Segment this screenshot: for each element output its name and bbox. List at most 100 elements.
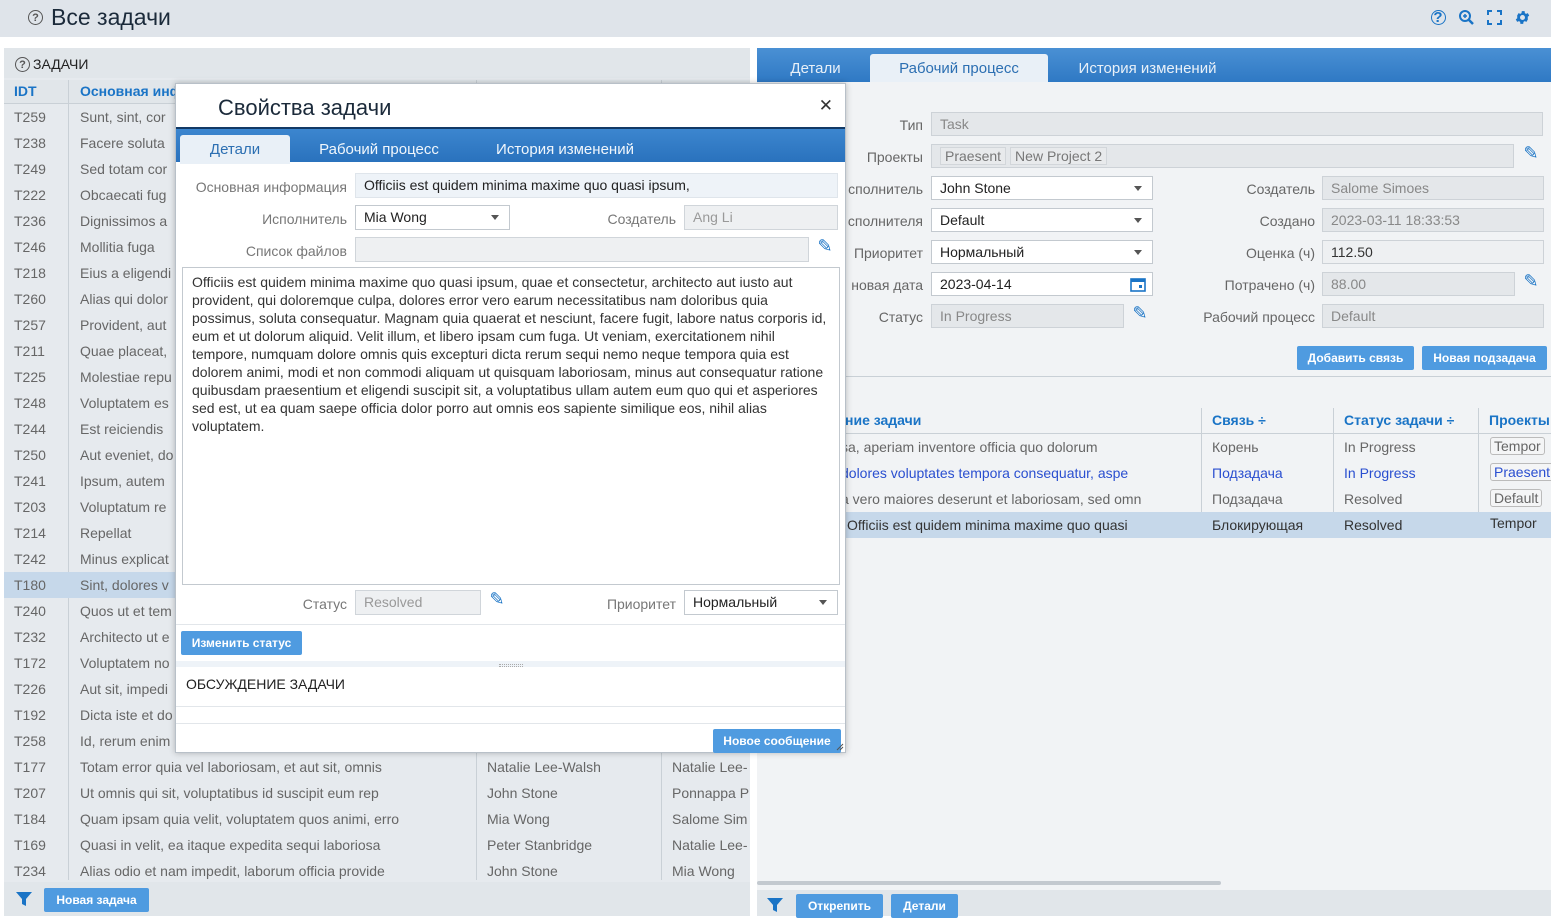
- filter-icon[interactable]: [766, 896, 784, 914]
- close-icon[interactable]: ✕: [819, 96, 833, 116]
- edit-icon[interactable]: ✎: [1520, 270, 1542, 292]
- tasks-panel-footer: Новая задача: [4, 882, 750, 916]
- task-id: T192: [14, 707, 46, 723]
- new-subtask-button[interactable]: Новая подзадача: [1422, 346, 1547, 370]
- projects-field: Praesent New Project 2: [931, 144, 1514, 168]
- edit-status-icon[interactable]: ✎: [486, 588, 508, 610]
- resize-grip-icon[interactable]: [834, 741, 844, 751]
- subtask-project: Tempor: [1490, 437, 1545, 455]
- column-task-name[interactable]: ние задачи: [845, 412, 921, 428]
- subtask-name: sa, aperiam inventore officia quo doloru…: [841, 439, 1098, 455]
- unpin-button[interactable]: Открепить: [796, 894, 883, 918]
- assignee-select[interactable]: John Stone: [931, 176, 1153, 200]
- project-chip: Praesent: [940, 147, 1007, 165]
- task-id: T169: [14, 837, 46, 853]
- table-row[interactable]: T177 Totam error quia vel laboriosam, et …: [4, 754, 750, 780]
- tab-workflow[interactable]: Рабочий процесс: [304, 135, 454, 164]
- column-link[interactable]: Связь ÷: [1212, 412, 1266, 428]
- new-message-button[interactable]: Новое сообщение: [713, 729, 841, 753]
- table-row[interactable]: T207 Ut omnis qui sit, voluptatibus id su…: [4, 780, 750, 806]
- tab-workflow[interactable]: Рабочий процесс: [870, 54, 1048, 82]
- task-id: T259: [14, 109, 46, 125]
- table-row[interactable]: dolores voluptates tempora consequatur, …: [841, 460, 1551, 486]
- priority-label: Приоритет: [606, 596, 676, 612]
- task-info: Quasi in velit, ea itaque expedita sequi…: [80, 837, 381, 853]
- scrollbar[interactable]: [757, 881, 1221, 885]
- column-idt[interactable]: IDT: [14, 83, 37, 99]
- divider: [176, 723, 845, 724]
- main-info-label: Основная информация: [195, 179, 347, 195]
- task-info: Totam error quia vel laboriosam, et aut …: [80, 759, 382, 775]
- priority-select[interactable]: Нормальный: [684, 590, 838, 615]
- files-label: Список файлов: [245, 243, 347, 259]
- subtask-project: Default: [1490, 489, 1543, 507]
- gear-icon[interactable]: [1513, 8, 1531, 26]
- tasks-panel-title: ЗАДАЧИ: [33, 56, 89, 72]
- subtask-link: Корень: [1212, 439, 1259, 455]
- subtask-status: In Progress: [1344, 439, 1416, 455]
- due-date-input[interactable]: 2023-04-14: [931, 272, 1153, 296]
- help-icon[interactable]: ?: [1429, 8, 1447, 26]
- creator-field: Ang Li: [684, 205, 838, 230]
- calendar-icon[interactable]: [1130, 276, 1146, 292]
- change-status-button[interactable]: Изменить статус: [181, 631, 302, 655]
- edit-status-icon[interactable]: ✎: [1129, 302, 1151, 324]
- assignee-select[interactable]: Mia Wong: [355, 205, 510, 230]
- table-row[interactable]: T169 Quasi in velit, ea itaque expedita s…: [4, 832, 750, 858]
- details-button[interactable]: Детали: [891, 894, 958, 918]
- edit-icon[interactable]: ✎: [1520, 142, 1542, 164]
- table-row[interactable]: sa, aperiam inventore officia quo doloru…: [841, 434, 1551, 460]
- main-info-input[interactable]: Officiis est quidem minima maxime quo qu…: [355, 173, 838, 198]
- filter-icon[interactable]: [15, 890, 33, 908]
- task-id: T177: [14, 759, 46, 775]
- column-projects[interactable]: Проекты: [1489, 412, 1550, 428]
- divider: [841, 376, 1551, 377]
- task-creator: Natalie Lee-: [672, 837, 748, 853]
- assignee-group-select[interactable]: Default: [931, 208, 1153, 232]
- task-id: T249: [14, 161, 46, 177]
- table-row[interactable]: Officiis est quidem minima maxime quo qu…: [841, 512, 1551, 538]
- project-tag: Default: [1494, 490, 1539, 506]
- fullscreen-icon[interactable]: [1485, 8, 1503, 26]
- new-task-button[interactable]: Новая задача: [44, 888, 149, 912]
- priority-select[interactable]: Нормальный: [931, 240, 1153, 264]
- tab-details[interactable]: Детали: [180, 135, 290, 164]
- splitter-handle[interactable]: [499, 664, 523, 667]
- add-link-button[interactable]: Добавить связь: [1297, 346, 1414, 370]
- zoom-icon[interactable]: [1457, 8, 1475, 26]
- task-id: T203: [14, 499, 46, 515]
- task-creator: Salome Sim: [672, 811, 748, 827]
- tab-details[interactable]: Детали: [773, 54, 858, 82]
- task-assignee: Mia Wong: [487, 811, 550, 827]
- project-tag: Tempor: [1490, 515, 1537, 531]
- task-id: T236: [14, 213, 46, 229]
- task-id: T244: [14, 421, 46, 437]
- status-label: Статус: [302, 596, 347, 612]
- tab-history[interactable]: История изменений: [480, 135, 650, 164]
- column-status[interactable]: Статус задачи ÷: [1344, 412, 1454, 428]
- discussion-title: ОБСУЖДЕНИЕ ЗАДАЧИ: [186, 676, 345, 692]
- table-row[interactable]: T234 Alias odio et nam impedit, laborum o…: [4, 858, 750, 884]
- edit-files-icon[interactable]: ✎: [814, 235, 836, 257]
- tab-history[interactable]: История изменений: [1060, 54, 1235, 82]
- table-row[interactable]: T184 Quam ipsam quia velit, voluptatem qu…: [4, 806, 750, 832]
- subtask-link: Подзадача: [1212, 491, 1283, 507]
- page-title: Все задачи: [51, 4, 171, 30]
- task-id: T240: [14, 603, 46, 619]
- creator-field: Salome Simoes: [1322, 176, 1544, 200]
- task-assignee: Peter Stanbridge: [487, 837, 593, 853]
- help-icon[interactable]: ?: [15, 57, 30, 72]
- description-textarea[interactable]: Officiis est quidem minima maxime quo qu…: [182, 267, 840, 585]
- task-properties-dialog: Свойства задачи ✕ Детали Рабочий процесс…: [175, 83, 846, 753]
- creator-label: Создатель: [607, 211, 676, 227]
- task-assignee: John Stone: [487, 785, 558, 801]
- help-icon[interactable]: ?: [28, 10, 43, 25]
- subtask-name: dolores voluptates tempora consequatur, …: [841, 465, 1129, 481]
- task-id: T246: [14, 239, 46, 255]
- table-row[interactable]: a vero maiores deserunt et laboriosam, s…: [841, 486, 1551, 512]
- task-info: Alias odio et nam impedit, laborum offic…: [80, 863, 385, 879]
- dialog-tabs: Детали Рабочий процесс История изменений: [176, 127, 845, 164]
- column-main-info[interactable]: Основная инфо: [80, 83, 190, 99]
- subtask-link: Блокирующая: [1212, 517, 1304, 533]
- estimate-field[interactable]: 112.50: [1322, 240, 1544, 264]
